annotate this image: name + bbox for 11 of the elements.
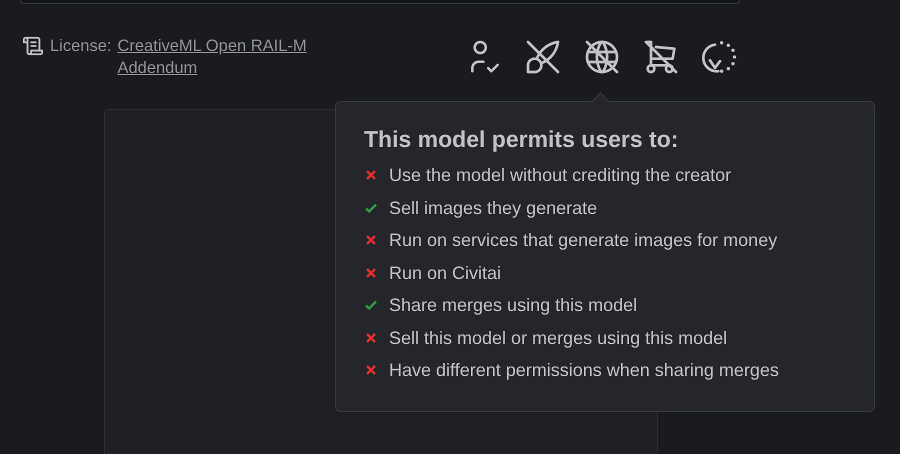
license-link[interactable]: CreativeML Open RAIL-M Addendum: [117, 35, 358, 79]
permission-text: Use the model without crediting the creator: [389, 164, 732, 187]
license-label: License:: [50, 36, 112, 57]
permission-text: Sell this model or merges using this model: [389, 326, 728, 350]
tooltip-title: This model permits users to:: [364, 126, 680, 153]
permission-text: Have different permissions when sharing merges: [389, 359, 779, 382]
permission-text: Share merges using this model: [389, 294, 638, 317]
permission-text: Sell images they generate: [389, 196, 598, 220]
scroll-icon: [22, 35, 44, 57]
permission-text: Run on Civitai: [389, 262, 502, 284]
permission-text: Run on services that generate images for money: [389, 229, 778, 252]
